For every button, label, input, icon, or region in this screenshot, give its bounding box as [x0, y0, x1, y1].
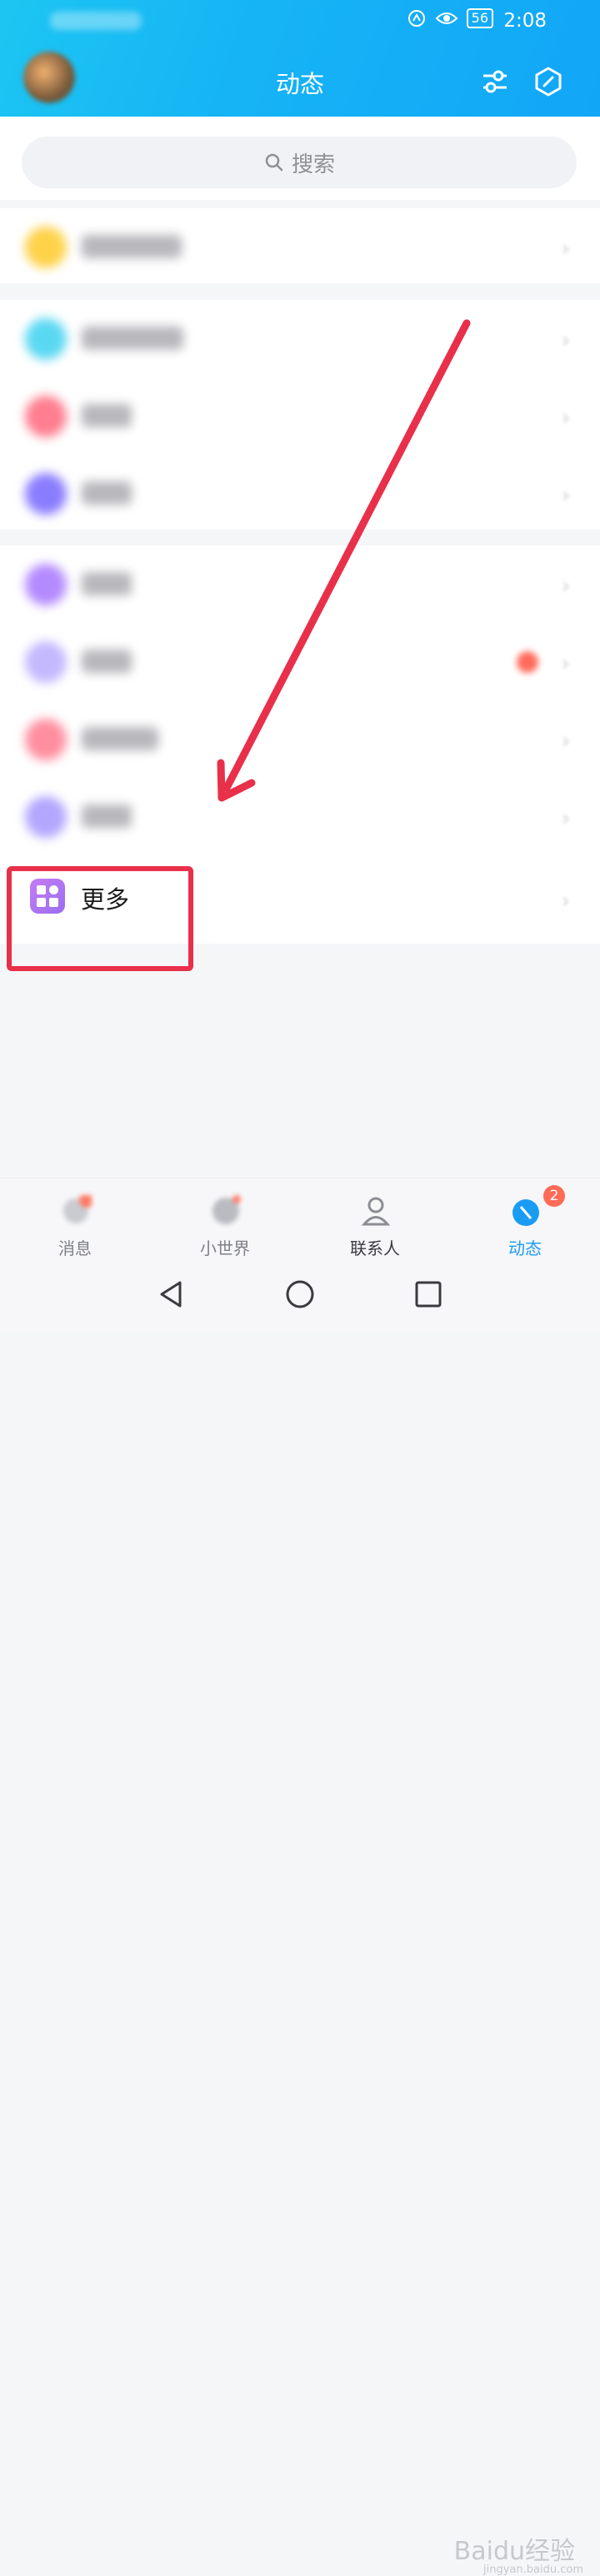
tab-contacts[interactable]: 联系人: [325, 1178, 425, 1262]
battery-indicator: 56: [466, 8, 493, 28]
tab-label: 动态: [508, 1238, 542, 1258]
item-label-blurred: [82, 572, 132, 595]
home-circle-icon[interactable]: [283, 1278, 317, 1311]
tab-label: 小世界: [200, 1238, 250, 1258]
chevron-right-icon: ›: [561, 406, 570, 431]
search-placeholder: 搜索: [291, 152, 335, 177]
system-nav-bar: Baidu经验 jingyan.baidu.com: [0, 1261, 600, 2576]
back-triangle-icon[interactable]: [155, 1278, 188, 1311]
chevron-right-icon: ›: [561, 328, 570, 353]
status-bar: 56 2:08: [0, 0, 600, 43]
bottom-tab-bar: 消息 小世界 联系人 2 动态: [0, 1178, 600, 1262]
watermark-brand: Baidu经验: [453, 2537, 575, 2566]
tab-badge: 2: [543, 1185, 565, 1207]
tab-feeds[interactable]: 2 动态: [475, 1178, 575, 1262]
watermark: Baidu经验 jingyan.baidu.com: [453, 2530, 583, 2576]
item-icon-blurred: [25, 396, 67, 437]
list-item-blurred-8[interactable]: ›: [0, 778, 600, 855]
item-icon-blurred: [25, 796, 67, 838]
eye-icon: [435, 12, 458, 24]
status-icons: 56: [407, 8, 493, 28]
list-section-2: › › ›: [0, 300, 600, 530]
tab-messages[interactable]: 消息: [25, 1178, 125, 1262]
clock: 2:08: [503, 10, 547, 32]
message-icon: [63, 1195, 92, 1223]
item-label-blurred: [82, 404, 132, 427]
item-label-blurred: [82, 235, 182, 258]
chevron-right-icon: ›: [561, 574, 570, 599]
compass-hexagon-icon[interactable]: [532, 65, 565, 98]
chevron-right-icon: ›: [561, 237, 570, 262]
item-icon-blurred: [25, 318, 67, 360]
watermark-url: jingyan.baidu.com: [483, 2564, 583, 2576]
item-icon-blurred: [25, 719, 67, 760]
item-icon-blurred: [25, 473, 67, 515]
list-item-blurred-6[interactable]: ›: [0, 623, 600, 700]
tab-label: 消息: [58, 1238, 92, 1258]
item-icon-blurred: [25, 641, 67, 683]
item-icon-blurred: [25, 564, 67, 605]
chevron-right-icon: ›: [561, 483, 570, 508]
chevron-right-icon: ›: [561, 806, 570, 831]
item-label-blurred: [82, 727, 158, 750]
chevron-right-icon: ›: [561, 651, 570, 676]
settings-sliders-icon[interactable]: [478, 65, 512, 98]
item-label-blurred: [82, 650, 132, 673]
eco-icon: [408, 10, 425, 27]
list-item-blurred-3[interactable]: ›: [0, 377, 600, 455]
highlight-box-annotation: [7, 866, 193, 971]
list-item-blurred-7[interactable]: ›: [0, 700, 600, 778]
search-input[interactable]: 搜索: [22, 137, 577, 188]
list-item-blurred-1[interactable]: ›: [0, 208, 600, 286]
recents-square-icon[interactable]: [412, 1278, 445, 1311]
tab-label: 联系人: [350, 1238, 400, 1258]
item-label-blurred: [82, 481, 132, 505]
chevron-right-icon: ›: [561, 729, 570, 754]
tab-small-world[interactable]: 小世界: [175, 1178, 275, 1262]
list-section-1: ›: [0, 208, 600, 283]
list-item-blurred-4[interactable]: ›: [0, 455, 600, 532]
item-icon-blurred: [25, 227, 67, 268]
list-item-blurred-2[interactable]: ›: [0, 300, 600, 377]
top-header: 56 2:08 动态: [0, 0, 600, 120]
star-compass-icon: [512, 1199, 539, 1226]
chevron-right-icon: ›: [561, 889, 570, 914]
planet-icon: [212, 1195, 241, 1224]
carrier-text-blurred: [50, 12, 142, 30]
item-label-blurred: [82, 805, 132, 828]
item-label-blurred: [82, 326, 183, 350]
search-area: 搜索: [0, 117, 600, 200]
notification-dot-blurred: [517, 651, 538, 673]
list-item-blurred-5[interactable]: ›: [0, 546, 600, 623]
search-icon: [265, 153, 283, 172]
person-icon: [361, 1197, 391, 1226]
